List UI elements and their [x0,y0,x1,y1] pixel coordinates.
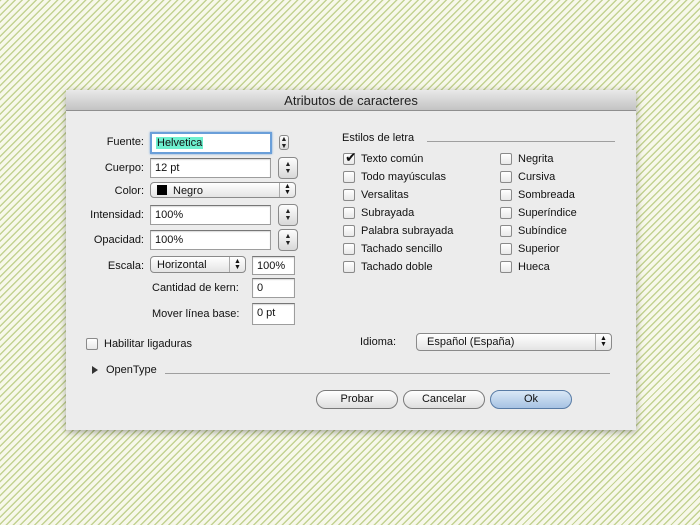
styles-group-divider [427,141,615,142]
style-option-label: Versalitas [361,189,409,201]
scale-field[interactable]: 100% [252,256,295,275]
style-option-label: Subrayada [361,207,415,219]
style-checkbox[interactable] [500,261,512,273]
color-popup[interactable]: Negro ▲ ▼ [150,182,296,198]
style-checkbox[interactable] [500,207,512,219]
preview-button[interactable]: Probar [316,390,398,409]
style-checkbox[interactable] [343,243,355,255]
intensity-label: Intensidad: [90,209,144,221]
style-checkbox[interactable] [343,189,355,201]
style-option-col2-3[interactable]: Superíndice [500,205,630,221]
scale-mode-value: Horizontal [157,259,207,271]
scale-mode-popup[interactable]: Horizontal ▲ ▼ [150,256,246,273]
up-arrow-icon: ▲ [280,135,288,143]
opacity-label: Opacidad: [93,234,144,246]
down-arrow-icon: ▼ [284,168,292,175]
popup-arrows-icon: ▲ ▼ [229,257,245,272]
size-stepper[interactable]: ▲ ▼ [278,157,298,179]
opentype-label[interactable]: OpenType [106,363,157,377]
up-arrow-icon: ▲ [284,208,292,215]
style-checkbox[interactable] [500,225,512,237]
style-option-col2-0[interactable]: Negrita [500,151,630,167]
font-label: Fuente: [106,136,144,148]
style-checkbox[interactable] [500,153,512,165]
language-value: Español (España) [427,336,515,348]
disclosure-triangle-icon[interactable] [92,366,98,374]
style-checkbox[interactable] [343,225,355,237]
up-arrow-icon: ▲ [284,161,292,168]
ok-button[interactable]: Ok [490,390,572,409]
down-arrow-icon: ▼ [284,215,292,222]
opentype-divider [165,373,610,374]
style-checkbox[interactable] [500,189,512,201]
size-label: Cuerpo: [104,162,144,174]
style-checkbox[interactable] [500,243,512,255]
style-option-col2-1[interactable]: Cursiva [500,169,630,185]
style-option-col2-2[interactable]: Sombreada [500,187,630,203]
style-checkbox[interactable] [343,207,355,219]
style-option-label: Texto común [361,153,424,165]
style-option-label: Tachado doble [361,261,433,273]
style-option-col1-4[interactable]: Palabra subrayada [343,223,473,239]
style-option-label: Todo mayúsculas [361,171,446,183]
cancel-button[interactable]: Cancelar [403,390,485,409]
desktop-background: { "window": { "title": "Atributos de car… [0,0,700,525]
style-option-label: Cursiva [518,171,556,183]
style-checkbox[interactable] [343,261,355,273]
font-value: Helvetica [156,137,204,149]
down-arrow-icon: ▼ [284,240,292,247]
scale-label: Escala: [107,260,144,272]
style-option-col1-5[interactable]: Tachado sencillo [343,241,473,257]
style-option-label: Negrita [518,153,554,165]
style-option-label: Tachado sencillo [361,243,443,255]
down-arrow-icon: ▼ [280,142,288,150]
ligatures-label: Habilitar ligaduras [104,338,193,350]
style-option-col2-6[interactable]: Hueca [500,259,630,275]
style-option-col1-0[interactable]: ✔ Texto común [343,149,473,167]
character-attributes-dialog: Atributos de caracteres Fuente: Helvetic… [66,90,636,430]
style-checkbox[interactable]: ✔ [343,149,357,165]
ligatures-checkbox-row[interactable]: Habilitar ligaduras [86,336,236,352]
kern-field[interactable]: 0 [252,278,295,298]
color-label: Color: [114,185,144,197]
color-value: Negro [173,185,203,197]
baseline-label: Mover línea base: [152,308,240,320]
kern-label: Cantidad de kern: [152,282,239,294]
font-menu-button[interactable]: ▲ ▼ [279,135,289,150]
color-swatch [157,185,167,195]
opacity-field[interactable]: 100% [150,230,271,250]
up-arrow-icon: ▲ [284,233,292,240]
style-option-col2-4[interactable]: Subíndice [500,223,630,239]
baseline-field[interactable]: 0 pt [252,303,295,325]
style-option-label: Subíndice [518,225,567,237]
style-option-col1-3[interactable]: Subrayada [343,205,473,221]
checkmark-icon: ✔ [345,149,357,165]
style-checkbox[interactable] [343,171,355,183]
styles-group-label: Estilos de letra [342,132,415,144]
ligatures-checkbox[interactable] [86,338,98,350]
popup-arrows-icon: ▲ ▼ [595,334,611,350]
font-field[interactable]: Helvetica [150,132,272,154]
size-field[interactable]: 12 pt [150,158,271,178]
style-option-label: Sombreada [518,189,575,201]
style-option-label: Hueca [518,261,550,273]
style-option-label: Palabra subrayada [361,225,454,237]
style-option-label: Superíndice [518,207,577,219]
style-option-col2-5[interactable]: Superior [500,241,630,257]
style-option-col1-6[interactable]: Tachado doble [343,259,473,275]
style-option-col1-1[interactable]: Todo mayúsculas [343,169,473,185]
intensity-field[interactable]: 100% [150,205,271,225]
opacity-stepper[interactable]: ▲ ▼ [278,229,298,251]
style-checkbox[interactable] [500,171,512,183]
style-option-label: Superior [518,243,560,255]
dialog-title[interactable]: Atributos de caracteres [66,90,636,111]
intensity-stepper[interactable]: ▲ ▼ [278,204,298,226]
popup-arrows-icon: ▲ ▼ [279,183,295,197]
language-popup[interactable]: Español (España) ▲ ▼ [416,333,612,351]
style-option-col1-2[interactable]: Versalitas [343,187,473,203]
language-label: Idioma: [360,336,397,348]
